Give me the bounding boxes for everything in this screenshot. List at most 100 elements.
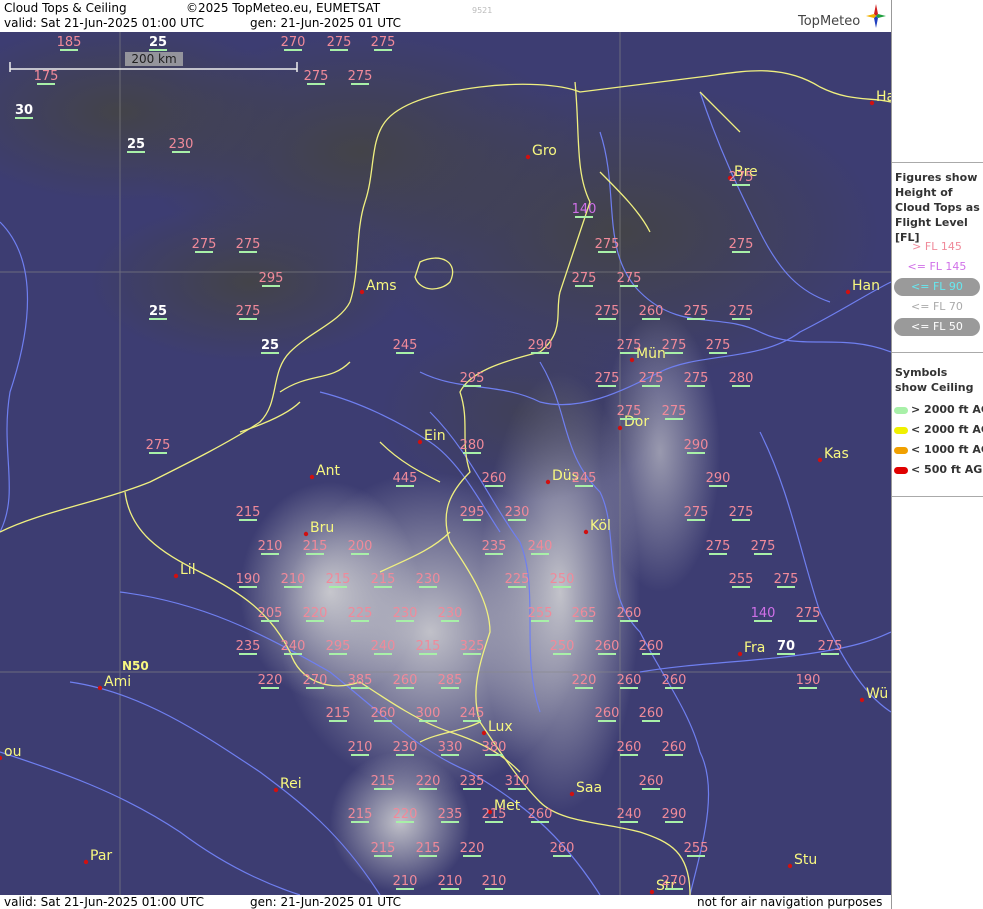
- satellite-map[interactable]: 200 km N50 Gro Bre Ha Ams Han Mün Dor Ein Kas Ant…: [0, 32, 891, 895]
- ceiling-symbol: [351, 754, 369, 756]
- ceiling-symbol: [284, 49, 302, 51]
- city-label: Ein: [424, 428, 446, 444]
- ceiling-symbol: [642, 385, 660, 387]
- city-label: Rei: [280, 776, 302, 792]
- cloud-top-value: 140: [572, 202, 597, 217]
- cloud-top-value: 255: [684, 841, 709, 856]
- ceiling-symbol: [396, 821, 414, 823]
- ceiling-symbol: [149, 318, 167, 320]
- ceiling-symbol: [307, 83, 325, 85]
- cloud-top-value: 290: [706, 471, 731, 486]
- cloud-top-value: 220: [393, 807, 418, 822]
- valid-time: valid: Sat 21-Jun-2025 01:00 UTC: [4, 16, 204, 30]
- city-dot: [303, 531, 309, 537]
- ceiling-symbol: [374, 788, 392, 790]
- cloud-top-value: 275: [729, 170, 754, 185]
- city-dot: [359, 289, 365, 295]
- cloud-top-value: 230: [393, 606, 418, 621]
- cloud-top-value: 190: [796, 673, 821, 688]
- ceiling-symbol: [463, 788, 481, 790]
- cloud-top-value: 260: [595, 706, 620, 721]
- cloud-top-value: 275: [327, 35, 352, 50]
- city-dot: [817, 457, 823, 463]
- ceiling-symbol: [485, 754, 503, 756]
- ceiling-symbol: [284, 653, 302, 655]
- legend-item: <= FL 50: [894, 318, 980, 336]
- cloud-top-value: 260: [617, 606, 642, 621]
- ceiling-symbol: [463, 653, 481, 655]
- cloud-top-value: 280: [460, 438, 485, 453]
- cloud-top-value: 275: [617, 271, 642, 286]
- city-dot: [737, 651, 743, 657]
- cloud-top-value: 215: [371, 572, 396, 587]
- ceiling-symbol: [687, 385, 705, 387]
- ceiling-symbol: [463, 855, 481, 857]
- ceiling-symbol: [732, 586, 750, 588]
- cloud-top-value: 295: [460, 505, 485, 520]
- cloud-top-value: 260: [662, 673, 687, 688]
- city-label: Ams: [366, 278, 397, 294]
- ceiling-legend-label: < 500 ft AGL: [911, 463, 983, 476]
- ceiling-symbol: [620, 620, 638, 622]
- city-dot: [859, 697, 865, 703]
- cloud-top-value: 25: [261, 338, 279, 353]
- cloud-top-value: 215: [482, 807, 507, 822]
- cloud-top-value: 235: [438, 807, 463, 822]
- ceiling-symbol: [351, 821, 369, 823]
- cloud-top-value: 185: [57, 35, 82, 50]
- latitude-label: N50: [122, 659, 149, 673]
- ceiling-symbol: [374, 49, 392, 51]
- ceiling-symbol: [419, 720, 437, 722]
- cloud-top-value: 30: [15, 103, 33, 118]
- ceiling-symbol: [239, 653, 257, 655]
- cloud-top-value: 275: [706, 338, 731, 353]
- ceiling-symbol: [642, 653, 660, 655]
- city-dot: [97, 685, 103, 691]
- ceiling-symbol: [261, 352, 279, 354]
- city-dot: [869, 100, 875, 106]
- ceiling-symbol: [508, 788, 526, 790]
- cloud-top-value: 230: [505, 505, 530, 520]
- ceiling-swatch-icon: [894, 406, 908, 414]
- ceiling-symbol: [419, 653, 437, 655]
- ceiling-symbol: [508, 519, 526, 521]
- ceiling-symbol: [329, 653, 347, 655]
- ceiling-symbol: [665, 754, 683, 756]
- cloud-top-value: 235: [236, 639, 261, 654]
- cloud-top-value: 295: [259, 271, 284, 286]
- ceiling-symbol: [329, 720, 347, 722]
- ceiling-symbol: [732, 251, 750, 253]
- cloud-top-value: 275: [751, 539, 776, 554]
- ceiling-symbol: [261, 687, 279, 689]
- ceiling-symbol: [687, 318, 705, 320]
- cloud-top-value: 275: [192, 237, 217, 252]
- cloud-top-value: 265: [572, 606, 597, 621]
- cloud-top-value: 210: [258, 539, 283, 554]
- ceiling-symbol: [620, 285, 638, 287]
- ceiling-swatch-icon: [894, 466, 908, 474]
- city-label: Gro: [532, 143, 557, 159]
- legend-panel: Figures show Height of Cloud Tops as Fli…: [891, 0, 983, 909]
- city-label: Han: [852, 278, 880, 294]
- cloud-top-value: 250: [550, 572, 575, 587]
- ceiling-symbol: [531, 553, 549, 555]
- ceiling-symbol: [306, 687, 324, 689]
- cloud-top-value: 275: [236, 237, 261, 252]
- city-label: Köl: [590, 518, 611, 534]
- ceiling-symbol: [531, 620, 549, 622]
- ceiling-symbol: [149, 452, 167, 454]
- ceiling-symbol: [575, 216, 593, 218]
- city-label: Par: [90, 848, 112, 864]
- ceiling-symbol: [553, 653, 571, 655]
- header-bar: Cloud Tops & Ceiling ©2025 TopMeteo.eu, …: [0, 0, 891, 32]
- ceiling-symbol: [642, 788, 660, 790]
- cloud-top-value: 70: [777, 639, 795, 654]
- cloud-top-value: 230: [438, 606, 463, 621]
- cloud-top-value: 275: [617, 338, 642, 353]
- ceiling-symbol: [777, 586, 795, 588]
- cloud-top-value: 245: [572, 471, 597, 486]
- ceiling-symbol: [261, 553, 279, 555]
- ceiling-symbol: [172, 151, 190, 153]
- image-code: 9521: [472, 6, 493, 15]
- cloud-top-value: 275: [662, 338, 687, 353]
